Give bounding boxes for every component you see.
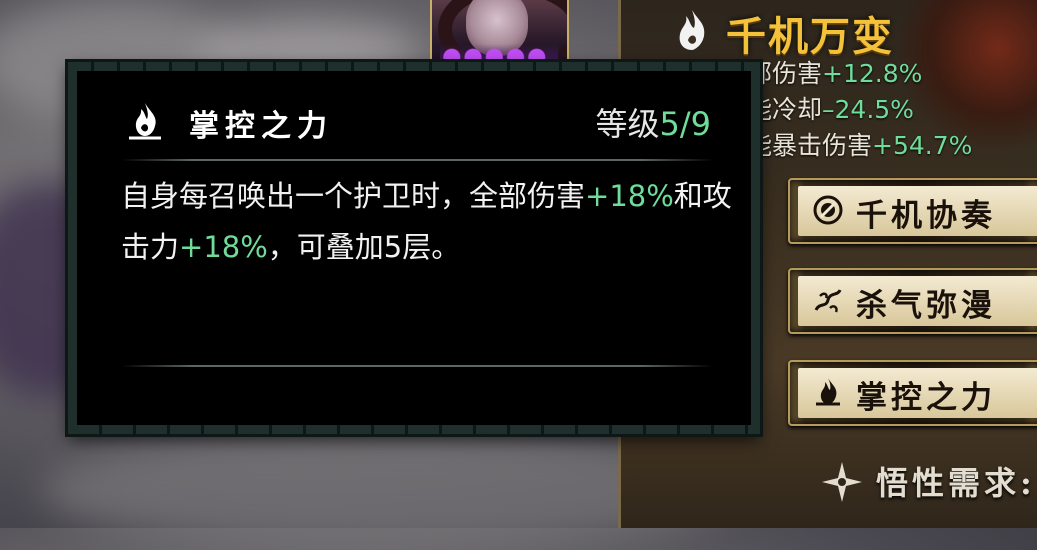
stat-value: +12.8%	[822, 59, 923, 88]
tooltip-level: 等级5/9	[595, 99, 711, 145]
desc-value: +18%	[179, 230, 268, 264]
desc-value: +18%	[585, 179, 674, 213]
subskill-button-qianji[interactable]: 千机协奏	[788, 178, 1037, 244]
subskill-name: 杀气弥漫	[856, 288, 996, 324]
requirement-label: 悟性需求:	[822, 458, 1036, 504]
character-portrait[interactable]	[430, 0, 569, 66]
subskill-button-shaqi[interactable]: 杀气弥漫	[788, 268, 1037, 334]
subskill-name: 掌控之力	[856, 380, 996, 416]
tooltip-divider	[121, 159, 713, 161]
desc-text: ，可叠加5层。	[267, 230, 461, 264]
subskill-name: 千机协奏	[856, 198, 996, 234]
subskill-button-zhangkong[interactable]: 掌控之力	[788, 360, 1037, 426]
stat-value: –24.5%	[822, 95, 914, 124]
tooltip-divider	[121, 365, 713, 367]
white-flame-icon	[679, 10, 705, 50]
stat-value: +54.7%	[872, 131, 973, 160]
gear-sigil-icon	[813, 195, 843, 225]
tooltip-description: 自身每召唤出一个护卫时，全部伤害+18%和攻击力+18%，可叠加5层。	[121, 171, 741, 273]
tooltip-skill-name: 掌控之力	[189, 109, 333, 144]
level-value: 5/9	[659, 105, 712, 143]
flame-lotus-icon	[129, 103, 161, 140]
dragon-swirl-icon	[814, 289, 842, 313]
desc-text: 自身每召唤出一个护卫时，全部伤害	[121, 179, 586, 213]
flame-lotus-icon	[816, 378, 840, 406]
skill-tooltip: 掌控之力 等级5/9 自身每召唤出一个护卫时，全部伤害+18%和攻击力+18%，…	[68, 62, 760, 434]
level-label: 等级	[595, 105, 660, 143]
requirement-text: 悟性需求:	[876, 464, 1036, 502]
